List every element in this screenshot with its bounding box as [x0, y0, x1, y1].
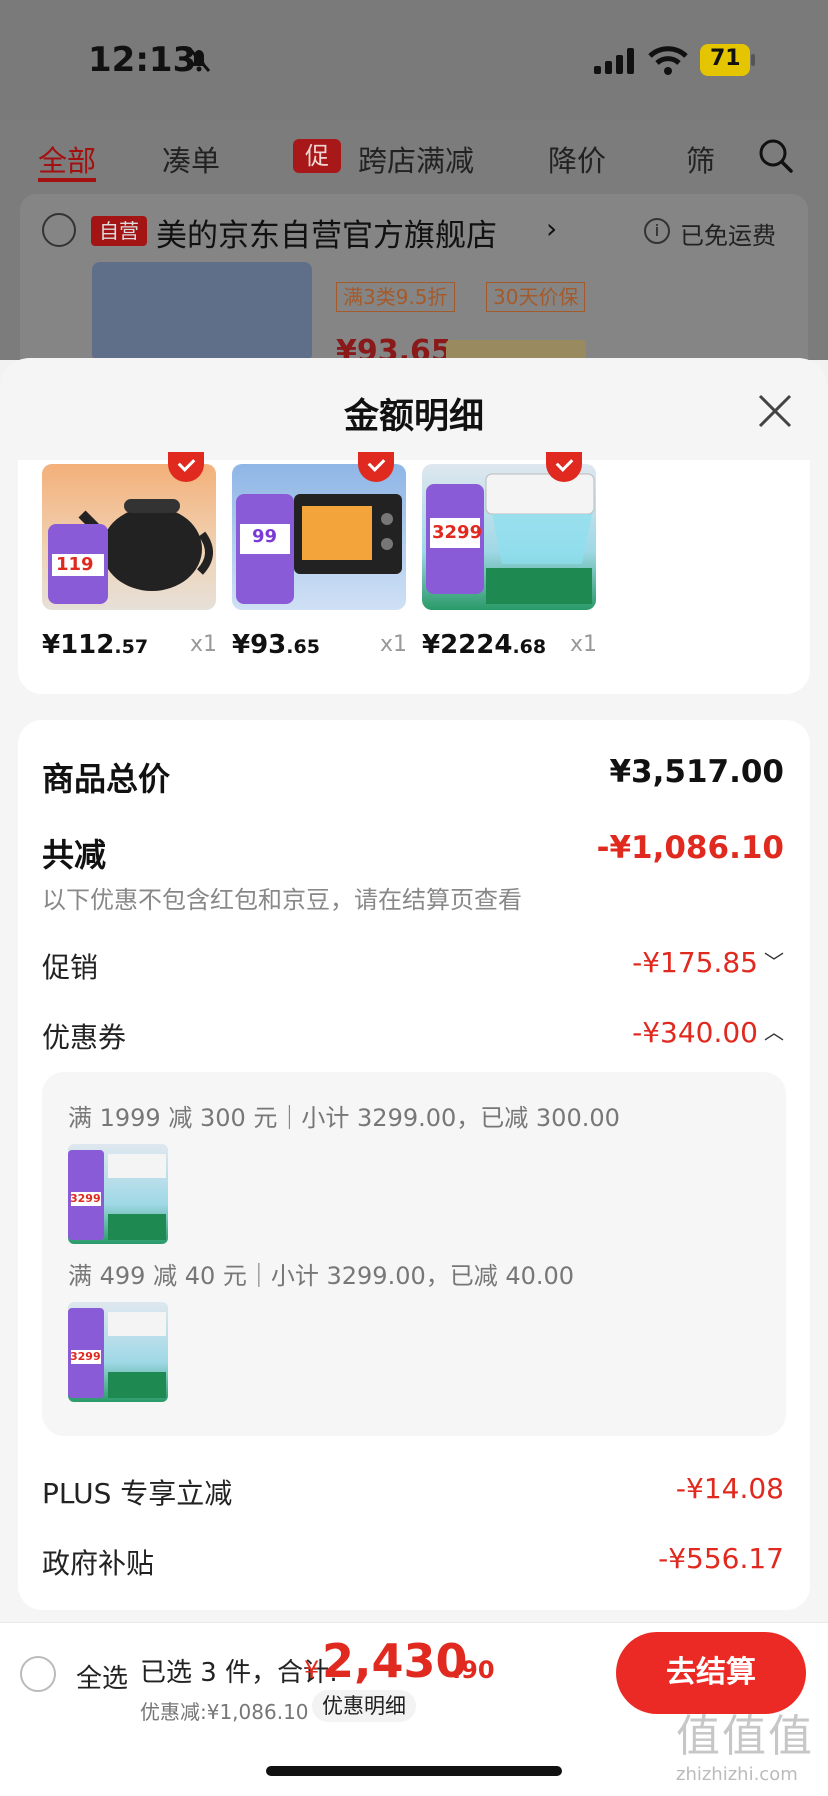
tab-cross-store[interactable]: 跨店满减: [358, 138, 474, 180]
chevron-down-icon[interactable]: ﹀: [764, 946, 784, 975]
product-price-decimal: .68: [512, 636, 547, 658]
currency-symbol: ¥: [304, 1656, 320, 1684]
discount-note: 以下优惠不包含红包和京豆，请在结算页查看: [42, 886, 522, 914]
close-icon[interactable]: [756, 392, 794, 430]
product-image-price: 99: [252, 526, 278, 547]
discount-tag: 满3类9.5折: [336, 282, 455, 312]
product-price-int: ¥2224: [422, 630, 513, 660]
watermark-url: zhizhizhi.com: [676, 1764, 798, 1785]
product-image-kettle[interactable]: 119: [42, 464, 216, 610]
info-icon[interactable]: i: [644, 218, 670, 244]
wifi-icon: [648, 46, 688, 75]
search-icon[interactable]: [758, 138, 794, 174]
gov-subsidy-value: -¥556.17: [658, 1542, 784, 1575]
product-image-price: 119: [56, 554, 94, 575]
coupon-label[interactable]: 优惠券: [42, 1016, 126, 1056]
bell-slash-icon: [187, 47, 211, 72]
coupon-product-image: 3299: [68, 1144, 168, 1244]
promo-badge: 促: [293, 139, 341, 173]
total-price-value: ¥3,517.00: [609, 754, 784, 790]
discount-detail-button[interactable]: 优惠明细: [312, 1690, 416, 1722]
tab-price-drop[interactable]: 降价: [548, 138, 606, 180]
select-all-label[interactable]: 全选: [76, 1658, 128, 1695]
free-shipping-label: 已免运费: [680, 222, 776, 250]
home-indicator[interactable]: [266, 1766, 562, 1776]
total-reduction-label: 共减: [42, 836, 107, 874]
watermark-logo: 值值值: [676, 1711, 814, 1762]
background-product-image: [92, 262, 312, 362]
total-price-label: 商品总价: [42, 760, 171, 798]
product-price: ¥2224.68: [422, 630, 546, 660]
coupon-rule-text: 满 1999 减 300 元｜小计 3299.00，已减 300.00: [68, 1104, 620, 1132]
tab-all[interactable]: 全部: [38, 138, 96, 180]
filter-tabs: 全部 凑单 跨店满减 降价 筛: [0, 120, 828, 190]
product-price-int: ¥93: [232, 630, 287, 660]
discount-summary: 优惠减:¥1,086.10: [140, 1700, 309, 1724]
store-name[interactable]: 美的京东自营官方旗舰店: [156, 210, 497, 255]
sheet-title: 金额明细: [343, 397, 484, 437]
product-image-price: 3299: [432, 522, 483, 543]
price-protect-tag: 30天价保: [486, 282, 586, 312]
product-price: ¥112.57: [42, 630, 148, 660]
coupon-rule-text: 满 499 减 40 元｜小计 3299.00，已减 40.00: [68, 1262, 575, 1290]
coupon-value[interactable]: -¥340.00: [632, 1016, 758, 1049]
promotion-label[interactable]: 促销: [42, 946, 98, 986]
gov-subsidy-label: 政府补贴: [42, 1547, 155, 1580]
promotion-value[interactable]: -¥175.85: [632, 946, 758, 979]
battery-icon: 71: [700, 44, 756, 76]
active-tab-indicator: [38, 178, 96, 182]
product-quantity: x1: [570, 632, 598, 657]
product-price-int: ¥112: [42, 630, 115, 660]
battery-level: 71: [710, 46, 741, 71]
product-quantity: x1: [190, 632, 218, 657]
product-image-air-conditioner[interactable]: 3299: [422, 464, 596, 610]
coupon-product-image: 3299: [68, 1302, 168, 1402]
total-reduction-value: -¥1,086.10: [596, 830, 784, 866]
cellular-signal-icon: [594, 48, 634, 74]
store-select-radio[interactable]: [42, 213, 76, 247]
self-operated-badge: 自营: [91, 216, 147, 246]
product-image-oven[interactable]: 99: [232, 464, 406, 610]
coupon-image-price: 3299: [70, 1350, 101, 1363]
total-payable-int: 2,430: [322, 1634, 468, 1688]
product-price: ¥93.65: [232, 630, 320, 660]
tab-add-on[interactable]: 凑单: [162, 138, 220, 180]
status-time: 12:13: [88, 40, 197, 80]
chevron-right-icon: ›: [546, 212, 558, 245]
product-price-decimal: .57: [114, 636, 149, 658]
plus-discount-value: -¥14.08: [675, 1472, 784, 1505]
select-all-radio[interactable]: [20, 1656, 56, 1692]
coupon-image-price: 3299: [70, 1192, 101, 1205]
total-payable-decimal: .90: [452, 1656, 495, 1684]
chevron-up-icon[interactable]: ︿: [764, 1016, 784, 1045]
product-price-decimal: .65: [286, 636, 320, 658]
product-quantity: x1: [380, 632, 408, 657]
tab-filter[interactable]: 筛: [686, 138, 715, 180]
plus-discount-label: PLUS 专享立减: [42, 1477, 233, 1510]
